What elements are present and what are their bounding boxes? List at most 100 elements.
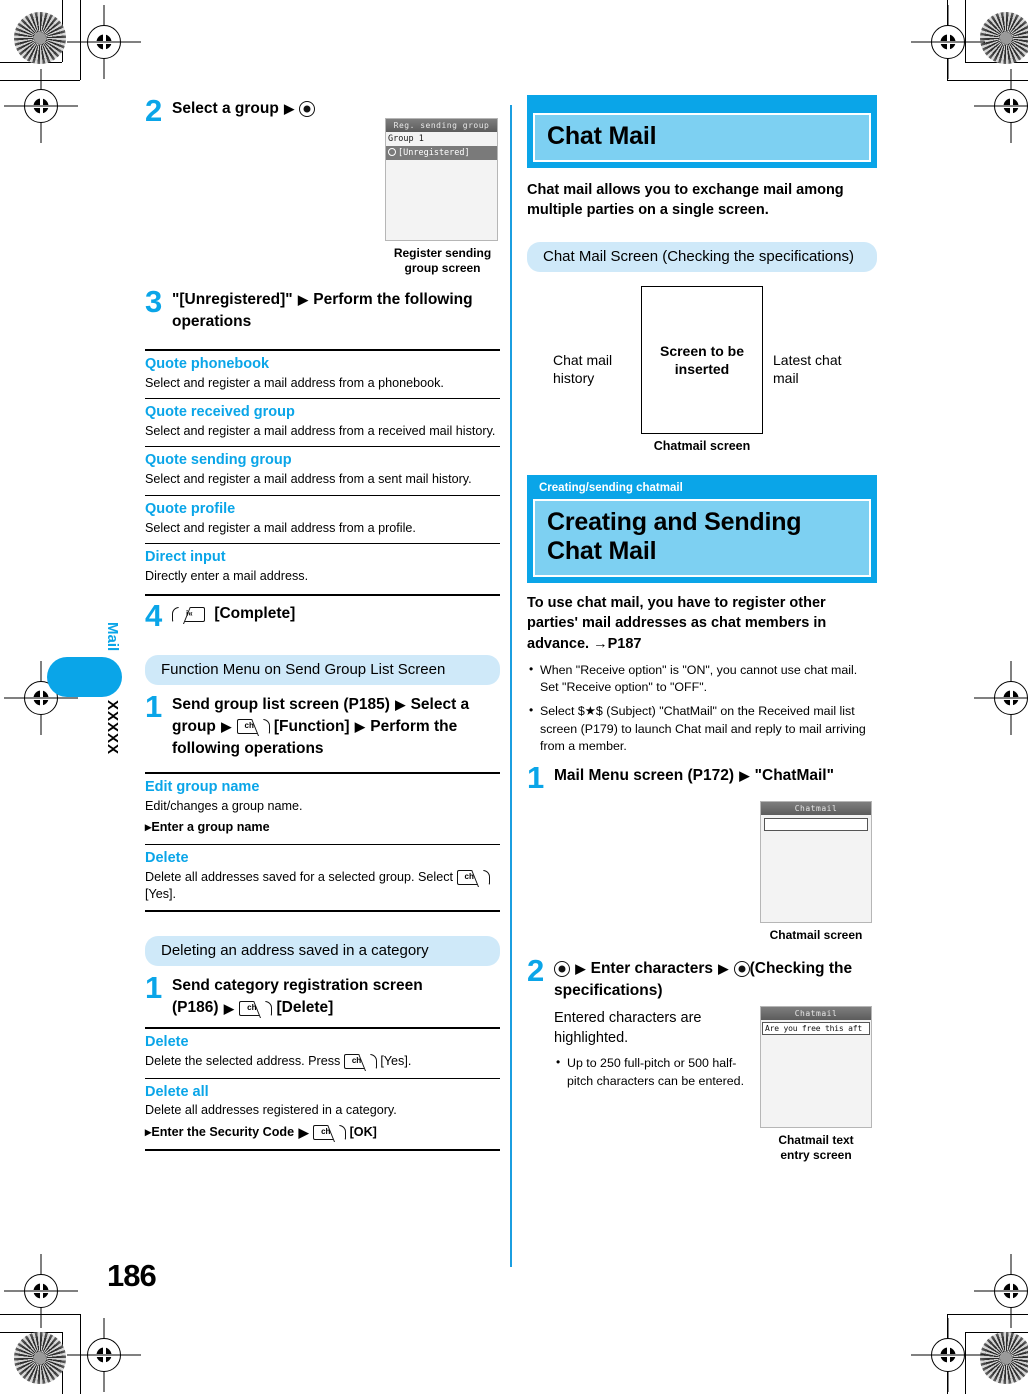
ch-key-icon: ch xyxy=(236,719,270,735)
screenshot-titlebar: Chatmail xyxy=(761,801,871,815)
manual-page: Mail XXXXX 186 2 Select a group ▶ Reg. s… xyxy=(0,0,1028,1394)
color-registration-target-tl xyxy=(14,12,66,64)
diagram-left-label: Chat mail history xyxy=(553,351,613,387)
ch-key-icon: ch xyxy=(239,1000,273,1016)
note-item: When "Receive option" is "ON", you canno… xyxy=(527,661,877,697)
arrow-icon: ▶ xyxy=(297,292,308,308)
page-number: 186 xyxy=(107,1258,157,1293)
dc-item-desc: Delete all addresses registered in a cat… xyxy=(145,1103,397,1118)
chatmail-text-entry-caption: Chatmail text entry screen xyxy=(778,1132,854,1162)
cs-step-2-notes: Up to 250 full-pitch or 500 half-pitch c… xyxy=(554,1054,759,1090)
chat-mail-screen-heading: Chat Mail Screen (Checking the specifica… xyxy=(527,242,877,272)
chatmail-text-entry-figure: Chatmail Are you free this aft Chatmail … xyxy=(760,1005,872,1163)
dc-step-1-text: Send category registration screen (P186)… xyxy=(172,972,423,1019)
cs-step1-text2: "ChatMail" xyxy=(754,766,834,784)
dc-item-sub: ▸Enter the Security Code ▶ ch [OK] xyxy=(145,1124,377,1141)
divider xyxy=(145,910,500,913)
arrow-icon: ▶ xyxy=(298,1125,309,1141)
cs-step-1: 1 Mail Menu screen (P172) ▶ "ChatMail" xyxy=(527,762,877,793)
registration-mark-bottom-right-2 xyxy=(988,1268,1028,1314)
function-menu-items: Edit group name Edit/changes a group nam… xyxy=(145,772,500,913)
cs-step1-text: Mail Menu screen (P172) xyxy=(554,766,735,784)
step-2-text: Select a group ▶ xyxy=(172,95,316,120)
section-header-inner: Creating and Sending Chat Mail xyxy=(533,498,871,577)
cs-step-2-body: Entered characters are highlighted. xyxy=(554,1009,702,1047)
divider xyxy=(145,398,500,400)
divider xyxy=(145,772,500,775)
cs-step-2-body-col: Entered characters are highlighted. Up t… xyxy=(554,1008,759,1091)
cs-step-1-number: 1 xyxy=(527,759,545,795)
arrow-icon: ▶ xyxy=(223,1000,234,1016)
ch-key-icon: ch xyxy=(313,1125,347,1141)
chatmail-screenshot-caption: Chatmail screen xyxy=(769,927,863,942)
registration-mark-top-left xyxy=(81,19,127,65)
function-menu-step-1-number: 1 xyxy=(145,689,163,725)
fm-item-term: Edit group name xyxy=(145,779,260,796)
divider xyxy=(145,446,500,448)
cs-step-1-text: Mail Menu screen (P172) ▶ "ChatMail" xyxy=(554,762,834,787)
note-item: Up to 250 full-pitch or 500 half-pitch c… xyxy=(554,1054,759,1090)
function-menu-step-1: 1 Send group list screen (P185) ▶ Select… xyxy=(145,691,500,760)
arrow-icon: ▶ xyxy=(221,719,232,735)
registration-mark-top-left-2 xyxy=(18,83,64,129)
section-title: Creating and Sending Chat Mail xyxy=(547,507,802,565)
divider xyxy=(145,1077,500,1079)
function-menu-heading: Function Menu on Send Group List Screen xyxy=(145,655,500,686)
screenshot-input-field xyxy=(764,817,868,831)
registration-mark-bottom-left xyxy=(81,1332,127,1378)
option-term: Direct input xyxy=(145,548,226,565)
delete-category-heading: Deleting an address saved in a category xyxy=(145,936,500,967)
crop-line-br2-h xyxy=(947,1314,1028,1315)
step-3-text: "[Unregistered]" ▶ Perform the following… xyxy=(172,286,492,333)
screenshot-titlebar: Reg. sending group xyxy=(386,119,497,132)
dc-step-1-number: 1 xyxy=(145,970,163,1006)
step-3-line1b: Perform the xyxy=(313,291,401,308)
creating-sending-notes: When "Receive option" is "ON", you canno… xyxy=(527,661,877,756)
option-desc: Directly enter a mail address. xyxy=(145,568,309,583)
step-3-number: 3 xyxy=(145,284,163,319)
option-term: Quote profile xyxy=(145,500,236,517)
step-2-label: Select a group xyxy=(172,100,279,117)
arrow-icon: ▶ xyxy=(718,961,729,977)
option-desc: Select and register a mail address from … xyxy=(145,375,444,390)
step-4: 4 i« [Complete] xyxy=(145,600,500,631)
chatmail-screenshot: Chatmail xyxy=(760,800,872,923)
option-term: Quote sending group xyxy=(145,452,292,469)
registration-mark-top-right xyxy=(925,19,971,65)
divider xyxy=(145,349,500,351)
column-divider xyxy=(510,105,512,1267)
divider xyxy=(145,594,500,597)
ch-key-icon: ch xyxy=(343,1054,377,1070)
step-4-number: 4 xyxy=(145,598,163,634)
registration-mark-bottom-left-2 xyxy=(18,1268,64,1314)
color-registration-target-br xyxy=(980,1332,1028,1384)
i-mode-key-icon: i« xyxy=(172,606,205,622)
function-menu-step-1-text: Send group list screen (P185) ▶ Select a… xyxy=(172,691,492,760)
screenshot-input-field-filled: Are you free this aft xyxy=(762,1021,870,1035)
dc-item-desc: Delete the selected address. Press ch [Y… xyxy=(145,1054,412,1070)
section-title: Chat Mail xyxy=(547,122,657,150)
option-desc: Select and register a mail address from … xyxy=(145,424,496,439)
arrow-icon: ▶ xyxy=(575,961,586,977)
fm-item-term: Delete xyxy=(145,849,189,866)
note-item: Select $★$ (Subject) "ChatMail" on the R… xyxy=(527,702,877,756)
right-column: Chat Mail Chat mail allows you to exchan… xyxy=(527,95,877,1162)
cs-step-2: 2 ▶ Enter characters ▶ (Checking the spe… xyxy=(527,955,877,1002)
cs-step-2-text: ▶ Enter characters ▶ (Checking the speci… xyxy=(554,955,854,1002)
fm-step1-part3: [Function] xyxy=(273,718,350,736)
cs-step2-text-a: Enter characters xyxy=(590,959,713,977)
register-sending-group-caption: Register sending group screen xyxy=(393,246,492,275)
screenshot-titlebar: Chatmail xyxy=(761,1006,871,1020)
color-registration-target-tr xyxy=(980,12,1028,64)
register-sending-group-screenshot: Reg. sending group Group 1 [Unregistered… xyxy=(385,118,498,241)
chapter-tab-code: XXXXX xyxy=(104,700,121,756)
section-header-chat-mail: Chat Mail xyxy=(527,95,877,168)
delete-category-step-1: 1 Send category registration screen (P18… xyxy=(145,972,500,1019)
section-header-inner: Chat Mail xyxy=(533,113,871,162)
chat-mail-lead: Chat mail allows you to exchange mail am… xyxy=(527,182,844,218)
option-term: Quote phonebook xyxy=(145,356,270,372)
diagram-caption: Chatmail screen xyxy=(653,438,751,453)
creating-sending-lead: To use chat mail, you have to register o… xyxy=(527,594,827,652)
chatmail-screenshot-figure: Chatmail Chatmail screen xyxy=(760,800,872,943)
chatmail-text-entry-screenshot: Chatmail Are you free this aft xyxy=(760,1005,872,1128)
